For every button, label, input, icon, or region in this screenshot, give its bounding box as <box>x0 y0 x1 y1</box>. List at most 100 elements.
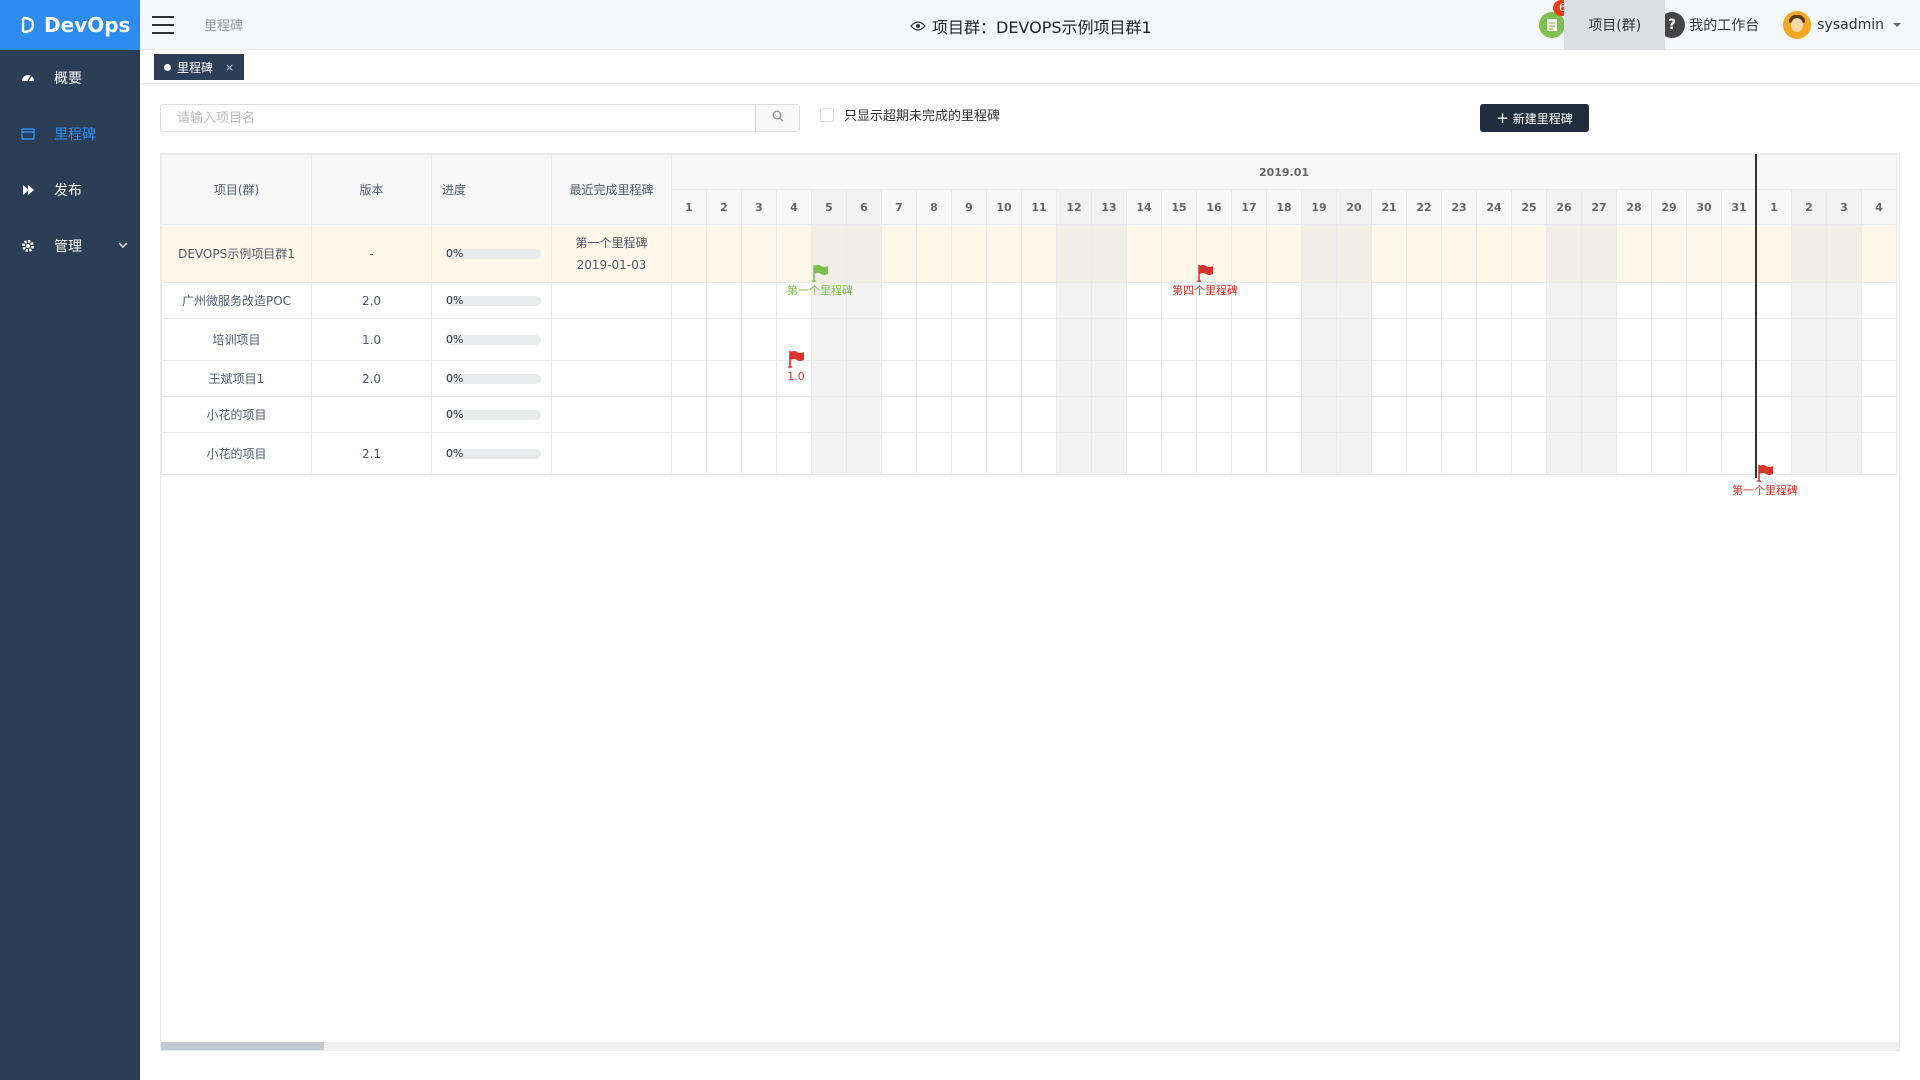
new-milestone-button[interactable]: + 新建里程碑 <box>1480 104 1589 132</box>
day-cell <box>706 224 742 283</box>
recent-milestone-cell: 第一个里程碑 2019-01-03 <box>551 224 672 283</box>
sidebar-item-overview[interactable]: 概要 <box>0 50 140 106</box>
day-cell <box>986 318 1022 361</box>
table-row[interactable]: DEVOPS示例项目群1-0% 第一个里程碑 2019-01-03 第一个里程碑 第四个… <box>161 224 1897 296</box>
task-icon[interactable]: 623 <box>1539 0 1586 38</box>
progress-label: 0% <box>446 371 464 385</box>
day-cell <box>1371 360 1407 397</box>
day-cell <box>1476 432 1512 475</box>
day-cell <box>1441 360 1477 397</box>
milestone-flag[interactable]: 第一个里程碑 <box>1732 464 1798 497</box>
table-row[interactable]: 培训项目 1.0 0% 1.0 <box>161 318 1897 382</box>
user-menu[interactable]: sysadmin <box>1783 11 1920 39</box>
day-cell <box>1581 396 1617 433</box>
day-cell <box>1721 224 1757 283</box>
day-header: 2 <box>1791 189 1827 225</box>
day-cell <box>1826 360 1862 397</box>
sidebar-item-release[interactable]: 发布 <box>0 162 140 218</box>
progress-bar: 0% <box>446 408 541 421</box>
day-cell <box>1686 282 1722 319</box>
day-cell <box>1021 318 1057 361</box>
plus-icon: + <box>1496 109 1509 127</box>
sidebar-item-label: 概要 <box>54 71 82 87</box>
day-cell <box>916 396 952 433</box>
day-cell <box>1686 318 1722 361</box>
day-cell <box>986 224 1022 283</box>
project-name-cell[interactable]: 培训项目 <box>161 318 312 361</box>
project-name-cell[interactable]: DEVOPS示例项目群1 <box>161 224 312 283</box>
day-cell <box>1021 224 1057 283</box>
project-name-cell[interactable]: 小花的项目 <box>161 396 312 433</box>
table-row[interactable]: 小花的项目 0% <box>161 396 1897 433</box>
day-cell <box>846 360 882 397</box>
day-cell <box>1476 224 1512 283</box>
scrollbar-thumb[interactable] <box>161 1042 324 1050</box>
day-cell <box>986 360 1022 397</box>
day-cell <box>1371 282 1407 319</box>
milestone-flag[interactable]: 第四个里程碑 <box>1172 264 1238 297</box>
project-name-cell[interactable]: 小花的项目 <box>161 432 312 475</box>
sidebar-item-manage[interactable]: 管理 <box>0 218 140 274</box>
col-header-version: 版本 <box>311 154 432 225</box>
day-cell <box>671 282 707 319</box>
project-name-cell[interactable]: 王斌项目1 <box>161 360 312 397</box>
app-logo[interactable]: DevOps <box>0 0 140 50</box>
breadcrumb: 里程碑 <box>204 19 244 34</box>
milestone-icon <box>20 126 36 142</box>
day-header: 1 <box>671 189 707 225</box>
day-cell <box>1791 224 1827 283</box>
col-header-progress: 进度 <box>431 154 552 225</box>
recent-milestone-name: 第一个里程碑 <box>575 235 648 250</box>
day-cell <box>1616 224 1652 283</box>
tab-close-icon[interactable]: × <box>225 61 234 74</box>
day-cell <box>1651 318 1687 361</box>
progress-bar: 0% <box>446 247 541 260</box>
day-cell <box>1616 318 1652 361</box>
table-row[interactable]: 小花的项目 2.1 0% 第一个里程碑 <box>161 432 1897 496</box>
day-cell <box>1826 432 1862 475</box>
day-cell <box>1161 360 1197 397</box>
table-row[interactable]: 广州微服务改造POC 2.0 0% <box>161 282 1897 319</box>
day-cell <box>1301 282 1337 319</box>
day-cell <box>1196 396 1232 433</box>
search-button[interactable] <box>755 105 799 131</box>
day-cell <box>1056 318 1092 361</box>
day-cell <box>671 224 707 283</box>
recent-milestone-cell <box>551 396 672 433</box>
milestone-flag[interactable]: 1.0 <box>787 350 805 383</box>
day-cell <box>1651 396 1687 433</box>
day-cell <box>1371 396 1407 433</box>
day-cell <box>1266 396 1302 433</box>
progress-bar: 0% <box>446 333 541 346</box>
day-cell <box>1056 432 1092 475</box>
tab-milestone[interactable]: 里程碑 × <box>154 54 245 80</box>
day-cell <box>1791 318 1827 361</box>
day-cell <box>1371 224 1407 283</box>
day-cell <box>776 396 812 433</box>
overdue-filter-checkbox[interactable]: 只显示超期未完成的里程碑 <box>820 105 1000 124</box>
day-cell: 第一个里程碑 <box>1721 432 1798 496</box>
horizontal-scrollbar[interactable] <box>161 1042 1899 1050</box>
flag-icon <box>811 264 829 285</box>
day-cell <box>1231 432 1267 475</box>
day-cell <box>1266 432 1302 475</box>
day-header: 25 <box>1511 189 1547 225</box>
milestone-flag[interactable]: 第一个里程碑 <box>787 264 853 297</box>
nav-workspace[interactable]: 我的工作台 <box>1665 0 1783 50</box>
search-input[interactable] <box>161 105 755 131</box>
project-name-cell[interactable]: 广州微服务改造POC <box>161 282 312 319</box>
day-cell <box>1441 432 1477 475</box>
table-row[interactable]: 王斌项目1 2.0 0% <box>161 360 1897 397</box>
day-cell <box>1266 360 1302 397</box>
checkbox-box[interactable] <box>820 107 834 122</box>
day-cell <box>916 360 952 397</box>
nav-projects[interactable]: 项目(群) <box>1564 0 1666 50</box>
day-cell <box>1161 318 1197 361</box>
menu-toggle-icon[interactable] <box>152 15 174 34</box>
day-cell <box>846 432 882 475</box>
day-header: 2 <box>706 189 742 225</box>
day-cell <box>1581 224 1617 283</box>
app-logo-text: DevOps <box>44 13 131 37</box>
day-cell <box>1126 318 1162 361</box>
sidebar-item-milestone[interactable]: 里程碑 <box>0 106 140 162</box>
